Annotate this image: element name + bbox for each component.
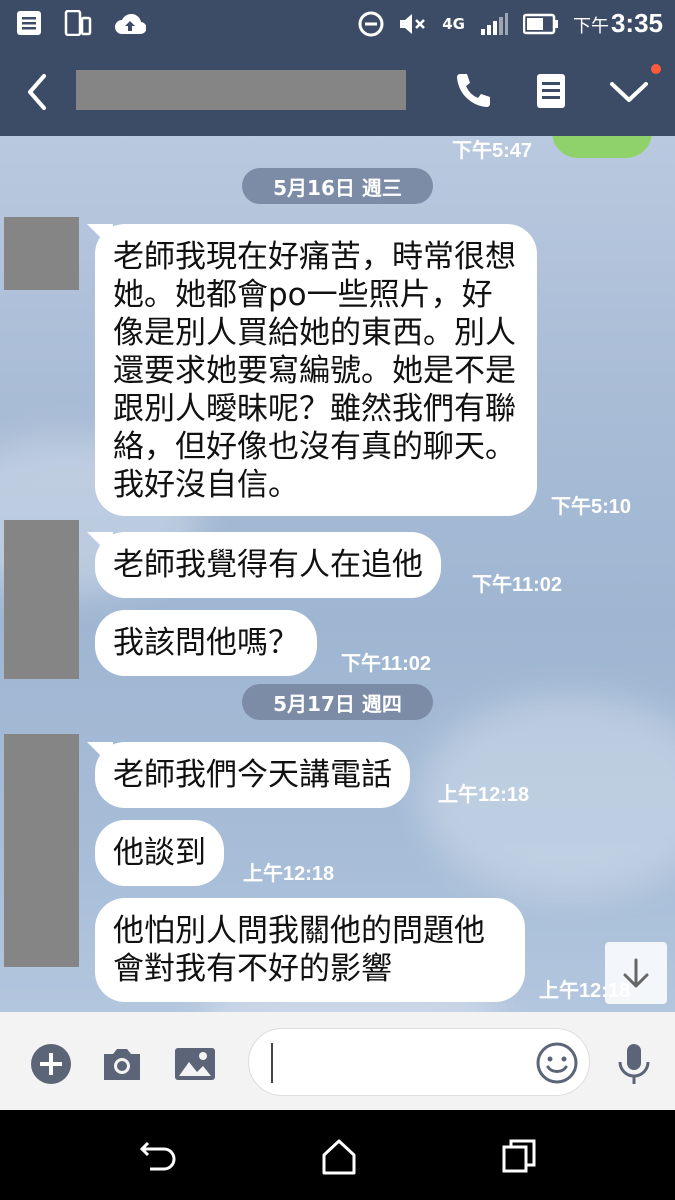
message-time: 下午5:10 — [551, 496, 632, 518]
network-type: 4G — [442, 14, 465, 33]
recents-icon — [502, 1139, 536, 1173]
home-icon — [322, 1139, 356, 1175]
chevron-down-icon — [610, 82, 648, 102]
battery-icon — [522, 13, 558, 34]
back-icon — [28, 74, 46, 110]
emoji-button[interactable] — [535, 1041, 579, 1085]
text-caret — [271, 1043, 273, 1083]
chat-header — [0, 48, 675, 136]
avatar[interactable] — [4, 520, 79, 679]
clock: 下午3:35 — [572, 8, 663, 38]
back-arrow-icon — [139, 1141, 176, 1171]
call-button[interactable] — [450, 68, 496, 114]
devices-icon — [64, 10, 92, 36]
date-separator: 5月17日 週四 — [242, 684, 433, 720]
camera-icon — [104, 1049, 140, 1080]
notes-button[interactable] — [528, 68, 574, 114]
bubble-tail — [87, 742, 113, 768]
signal-icon — [480, 12, 508, 35]
message-bubble[interactable]: 老師我現在好痛苦，時常很想她。她都會po一些照片，好像是別人買給她的東西。別人還… — [87, 224, 537, 516]
message-text: 老師我覺得有人在追他 — [113, 547, 423, 583]
back-nav-button[interactable] — [138, 1135, 180, 1177]
notes-icon — [537, 74, 565, 108]
image-button[interactable] — [173, 1042, 217, 1086]
message-bubble[interactable]: 他談到 — [95, 820, 224, 886]
message-time: 下午5:47 — [452, 140, 533, 162]
emoji-icon — [536, 1042, 578, 1084]
date-separator: 5月16日 週三 — [242, 168, 433, 204]
message-text: 他談到 — [113, 835, 206, 871]
menu-toggle-button[interactable] — [606, 68, 652, 114]
message-time: 上午12:18 — [243, 863, 335, 885]
arrow-down-icon — [623, 958, 649, 988]
scroll-to-bottom-button[interactable] — [605, 942, 667, 1004]
add-icon — [31, 1044, 71, 1084]
notification-list-icon — [17, 11, 41, 35]
bubble-tail — [87, 224, 113, 250]
avatar[interactable] — [4, 217, 79, 290]
chat-area[interactable]: 下午5:47 5月16日 週三 老師我現在好痛苦，時常很想她。她都會po一些照片… — [0, 136, 675, 1012]
image-icon — [175, 1048, 215, 1080]
message-text: 老師我現在好痛苦，時常很想她。她都會po一些照片，好像是別人買給她的東西。別人還… — [113, 239, 516, 503]
camera-button[interactable] — [100, 1042, 144, 1086]
message-bubble[interactable]: 我該問他嗎？ — [95, 610, 317, 676]
recents-nav-button[interactable] — [498, 1135, 540, 1177]
mute-icon — [400, 13, 426, 34]
notification-dot — [651, 64, 661, 74]
voice-button[interactable] — [612, 1042, 656, 1086]
message-bubble[interactable]: 老師我們今天講電話 — [87, 742, 410, 808]
cloud-upload-icon — [115, 13, 146, 35]
sent-message-bubble[interactable] — [552, 136, 652, 158]
status-bar: 4G 下午3:35 — [0, 0, 675, 48]
back-button[interactable] — [18, 70, 58, 114]
message-text: 我該問他嗎？ — [113, 625, 299, 661]
message-time: 下午11:02 — [472, 574, 563, 596]
message-input[interactable] — [248, 1028, 590, 1096]
add-button[interactable] — [29, 1042, 73, 1086]
system-navigation-bar — [0, 1110, 675, 1200]
message-text: 老師我們今天講電話 — [113, 757, 392, 793]
message-text: 他怕別人問我關他的問題他會對我有不好的影響 — [113, 913, 485, 987]
contact-name-redacted — [76, 70, 406, 110]
message-bubble[interactable]: 老師我覺得有人在追他 — [87, 532, 441, 598]
phone-icon — [457, 74, 490, 107]
message-bubble[interactable]: 他怕別人問我關他的問題他會對我有不好的影響 — [95, 898, 525, 1002]
home-nav-button[interactable] — [318, 1135, 360, 1177]
message-time: 下午11:02 — [341, 653, 432, 675]
microphone-icon — [618, 1044, 650, 1084]
avatar[interactable] — [4, 734, 79, 967]
message-time: 上午12:18 — [438, 784, 530, 806]
bubble-tail — [87, 532, 113, 558]
message-input-bar — [0, 1012, 675, 1110]
do-not-disturb-icon — [358, 11, 384, 36]
